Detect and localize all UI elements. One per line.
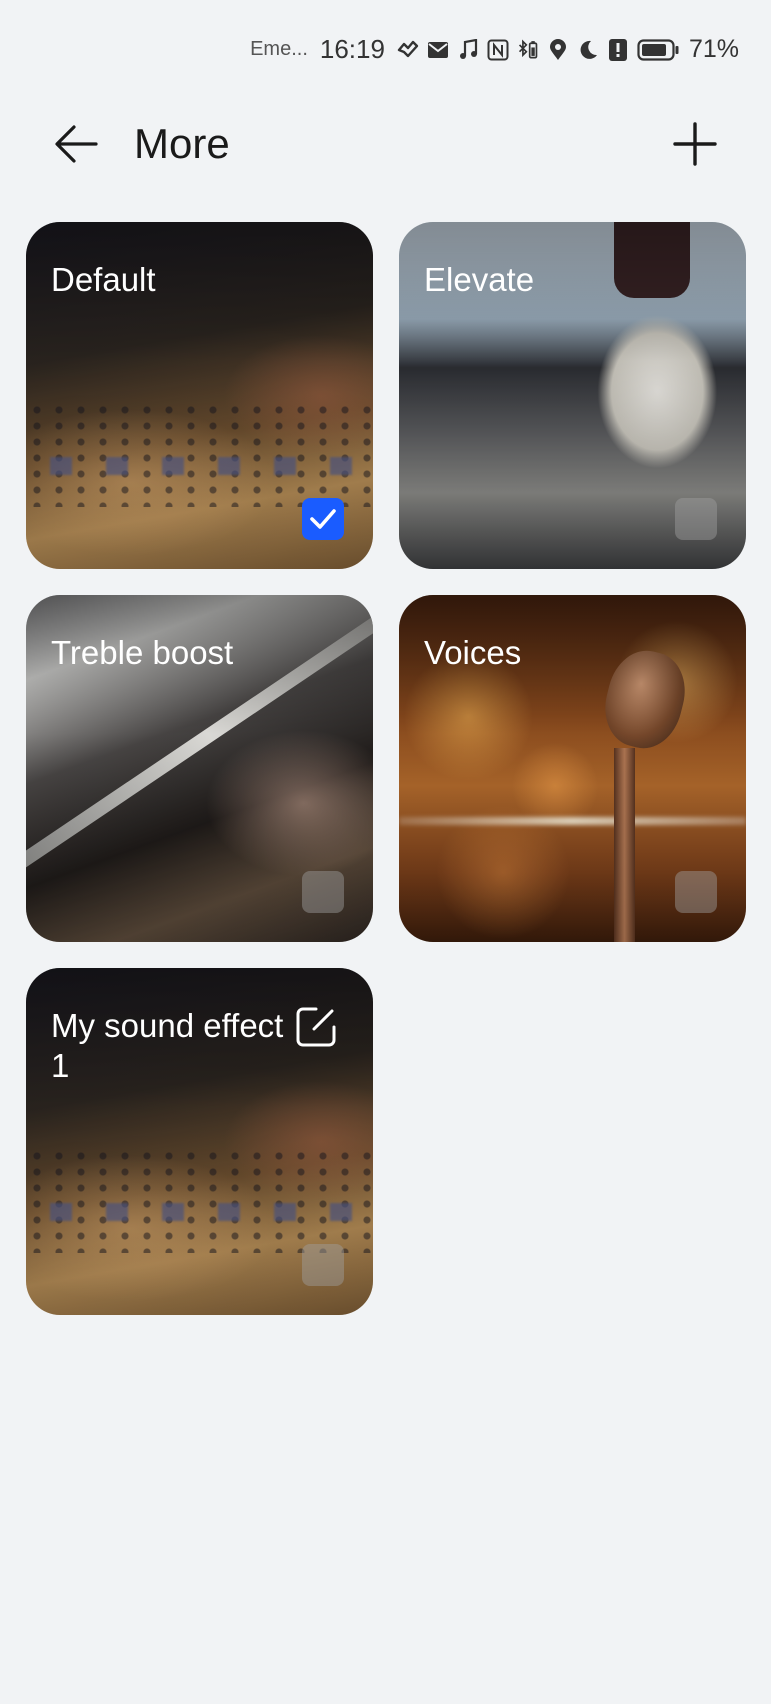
add-button[interactable] [667, 116, 723, 172]
music-note-icon [457, 38, 479, 62]
battery-percent: 71% [688, 35, 739, 63]
bluetooth-battery-icon [517, 38, 539, 62]
effect-checkbox[interactable] [675, 871, 717, 913]
status-bar-right: Eme... 16:19 71% [250, 34, 739, 65]
effect-checkbox[interactable] [675, 498, 717, 540]
effect-card-voices[interactable]: Voices [399, 595, 746, 942]
moon-icon [577, 38, 599, 62]
effect-card-title: Default [51, 261, 156, 298]
arrow-left-icon [55, 125, 98, 163]
mail-icon [427, 38, 449, 62]
checkmark-icon [310, 509, 336, 529]
effect-checkbox[interactable] [302, 871, 344, 913]
status-time: 16:19 [319, 34, 385, 64]
effect-card-treble-boost[interactable]: Treble boost [26, 595, 373, 942]
carrier-label: Eme... [250, 38, 308, 60]
effect-card-default[interactable]: Default [26, 222, 373, 569]
effect-card-title: Voices [424, 634, 522, 671]
page-title: More [134, 120, 230, 167]
effect-card-elevate[interactable]: Elevate [399, 222, 746, 569]
effect-checkbox-checked[interactable] [302, 498, 344, 540]
edit-icon [296, 1007, 336, 1047]
effect-card-title: Treble boost [51, 634, 234, 671]
battery-icon [637, 38, 679, 62]
edit-button[interactable] [293, 1004, 339, 1050]
effect-checkbox[interactable] [302, 1244, 344, 1286]
nfc-icon [487, 38, 509, 62]
link-icon [397, 38, 419, 62]
app-header: More [0, 104, 771, 184]
effect-card-title: Elevate [424, 261, 535, 298]
back-button[interactable] [48, 116, 104, 172]
effect-card-title: My sound effect 1 [51, 1007, 284, 1084]
plus-icon [673, 122, 717, 166]
status-bar: Eme... 16:19 71% [0, 0, 771, 104]
sound-effect-grid: Default Elevate Treble boost Voices My s… [26, 222, 746, 1315]
effect-card-my-sound-effect-1[interactable]: My sound effect 1 [26, 968, 373, 1315]
alert-icon [607, 38, 629, 62]
location-icon [547, 38, 569, 62]
